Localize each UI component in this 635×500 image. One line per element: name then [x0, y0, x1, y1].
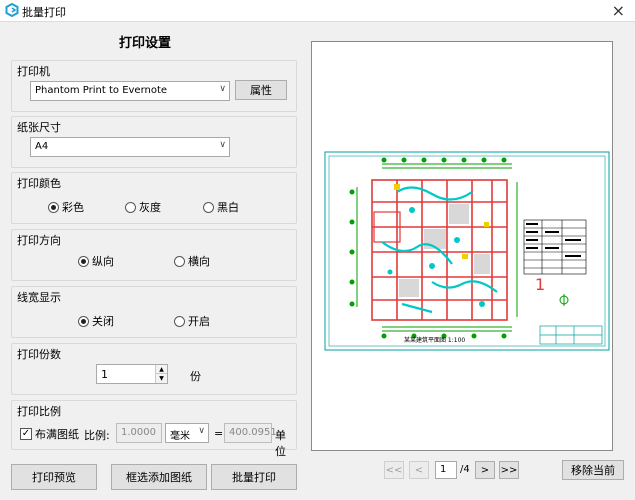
copies-group: 打印份数 1 ▲ ▼ 份 [11, 343, 297, 395]
linewidth-group: 线宽显示 关闭 开启 [11, 286, 297, 338]
printer-group: 打印机 Phantom Print to Evernote ∨ 属性 [11, 60, 297, 112]
last-page-button[interactable]: >> [499, 461, 519, 479]
window-title: 批量打印 [22, 6, 66, 19]
cad-drawing-preview: 某某建筑平面图 1:100 1 [324, 151, 610, 351]
color-label: 打印颜色 [17, 177, 61, 190]
drawing-units-input[interactable]: 400.0951 [224, 423, 277, 443]
print-preview-pane: 某某建筑平面图 1:100 1 [311, 41, 613, 451]
batch-print-button[interactable]: 批量打印 [211, 464, 297, 490]
color-option-color[interactable]: 彩色 [48, 200, 84, 214]
color-group: 打印颜色 彩色 灰度 黑白 [11, 172, 297, 224]
unit-select-value: 毫米 [170, 431, 190, 442]
chevron-down-icon: ∨ [219, 140, 226, 150]
paper-select-value: A4 [35, 141, 49, 152]
page-total: /4 [460, 464, 470, 475]
radio-selected-icon [78, 315, 89, 327]
copies-label: 打印份数 [17, 348, 61, 361]
paper-select[interactable]: A4 ∨ [30, 137, 230, 157]
orientation-option-landscape[interactable]: 横向 [174, 254, 210, 268]
ratio-label: 比例: [84, 429, 110, 442]
printer-label: 打印机 [17, 65, 50, 78]
title-bar: 批量打印 × [0, 0, 635, 22]
fit-paper-checkbox[interactable]: ✓ 布满图纸 [20, 427, 79, 441]
ratio-input[interactable]: 1.0000 [116, 423, 162, 443]
color-option-gray[interactable]: 灰度 [125, 200, 161, 214]
linewidth-option-label: 开启 [188, 315, 210, 328]
orientation-label: 打印方向 [17, 234, 61, 247]
radio-selected-icon [48, 201, 59, 213]
settings-title: 打印设置 [118, 36, 171, 51]
linewidth-option-on[interactable]: 开启 [174, 314, 210, 328]
orientation-option-portrait[interactable]: 纵向 [78, 254, 114, 268]
radio-icon [174, 255, 185, 267]
fit-paper-label: 布满图纸 [35, 428, 79, 441]
orientation-option-label: 纵向 [92, 255, 114, 268]
color-option-label: 灰度 [139, 201, 161, 214]
chevron-down-icon: ∨ [198, 426, 205, 436]
unit-select[interactable]: 毫米 ∨ [165, 423, 209, 443]
copies-unit: 份 [190, 370, 201, 383]
color-option-bw[interactable]: 黑白 [203, 200, 239, 214]
radio-icon [125, 201, 136, 213]
remove-current-button[interactable]: 移除当前 [562, 460, 624, 480]
drawing-unit-label: 单位 [275, 429, 286, 458]
printer-properties-button[interactable]: 属性 [235, 80, 287, 100]
copies-value: 1 [101, 368, 108, 381]
prev-page-button[interactable]: < [409, 461, 429, 479]
next-page-button[interactable]: > [475, 461, 495, 479]
print-preview-button[interactable]: 打印预览 [11, 464, 97, 490]
radio-selected-icon [78, 255, 89, 267]
radio-icon [203, 201, 214, 213]
current-page-input[interactable]: 1 [435, 461, 457, 479]
close-button[interactable]: × [612, 1, 625, 20]
color-option-label: 黑白 [217, 201, 239, 214]
radio-icon [174, 315, 185, 327]
chevron-down-icon: ∨ [219, 84, 226, 94]
linewidth-option-off[interactable]: 关闭 [78, 314, 114, 328]
printer-select[interactable]: Phantom Print to Evernote ∨ [30, 81, 230, 101]
linewidth-option-label: 关闭 [92, 315, 114, 328]
orientation-group: 打印方向 纵向 横向 [11, 229, 297, 281]
scale-label: 打印比例 [17, 405, 61, 418]
sheet-number: 1 [535, 275, 545, 294]
printer-select-value: Phantom Print to Evernote [35, 85, 168, 96]
add-drawings-button[interactable]: 框选添加图纸 [111, 464, 207, 490]
copies-stepper[interactable]: 1 ▲ ▼ [96, 364, 168, 384]
paper-label: 纸张尺寸 [17, 121, 61, 134]
app-logo-icon [5, 3, 19, 17]
color-option-label: 彩色 [62, 201, 84, 214]
linewidth-label: 线宽显示 [17, 291, 61, 304]
arrow-up-icon[interactable]: ▲ [155, 365, 167, 374]
orientation-option-label: 横向 [188, 255, 210, 268]
scale-group: 打印比例 ✓ 布满图纸 比例: 1.0000 毫米 ∨ = 400.0951 单… [11, 400, 297, 458]
drawing-caption: 某某建筑平面图 1:100 [404, 336, 465, 344]
arrow-down-icon[interactable]: ▼ [155, 374, 167, 383]
checkmark-icon: ✓ [20, 428, 32, 440]
equals-sign: = [214, 427, 224, 440]
paper-group: 纸张尺寸 A4 ∨ [11, 116, 297, 168]
first-page-button[interactable]: << [384, 461, 404, 479]
